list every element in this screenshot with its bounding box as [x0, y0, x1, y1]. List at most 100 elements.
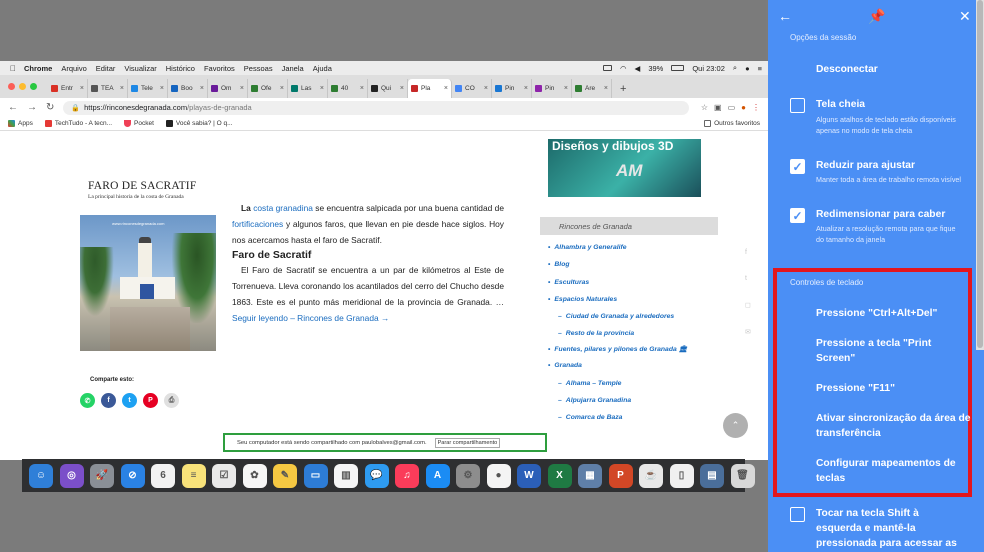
category-link[interactable]: – Comarca de Baza — [548, 409, 704, 426]
dock-app-icon[interactable]: 🗑 — [730, 463, 755, 488]
category-link[interactable]: • Fuentes, pilares y pilones de Granada 🏛 — [548, 343, 704, 358]
star-icon[interactable]: ☆ — [701, 103, 708, 112]
category-link[interactable]: – Alpujarra Granadina — [548, 392, 704, 409]
ctrl-alt-del-button[interactable]: Pressione "Ctrl+Alt+Del" — [816, 306, 972, 321]
menu-pessoas[interactable]: Pessoas — [244, 64, 273, 73]
dock-app-icon[interactable]: A — [425, 463, 450, 488]
link-costa-granadina[interactable]: costa granadina — [253, 203, 313, 213]
apple-icon[interactable]:  — [10, 64, 16, 73]
disconnect-button[interactable]: Desconectar — [816, 64, 878, 75]
new-tab-button[interactable]: + — [620, 83, 626, 95]
dock-app-icon[interactable]: ⊘ — [120, 463, 145, 488]
back-arrow-icon[interactable]: ← — [778, 8, 792, 24]
dock-app-icon[interactable]: P — [608, 463, 633, 488]
facebook-share-icon[interactable]: f — [101, 393, 116, 408]
bookmark-techtudo[interactable]: TechTudo - A tecn... — [44, 120, 112, 127]
dock-app-icon[interactable]: ♫ — [395, 463, 419, 488]
extension-icon[interactable]: ▣ — [714, 103, 722, 112]
close-tab-icon[interactable]: × — [484, 85, 488, 92]
close-tab-icon[interactable]: × — [564, 85, 568, 92]
dock-app-icon[interactable]: 💬 — [364, 463, 389, 488]
shift-hold-checkbox[interactable] — [790, 507, 805, 522]
back-icon[interactable]: ← — [8, 102, 18, 113]
menu-visualizar[interactable]: Visualizar — [124, 64, 156, 73]
category-link[interactable]: – Ciudad de Granada y alrededores — [548, 308, 704, 325]
dock-app-icon[interactable]: ☕ — [639, 463, 663, 488]
resize-to-fit-checkbox[interactable]: ✓ — [790, 208, 805, 223]
dock-app-icon[interactable]: 6 — [151, 463, 175, 488]
user-icon[interactable]: ● — [745, 64, 750, 73]
menu-favoritos[interactable]: Favoritos — [204, 64, 235, 73]
email-icon[interactable]: ✉ — [745, 328, 751, 336]
browser-tab[interactable]: Áre × — [572, 79, 612, 98]
close-tab-icon[interactable]: × — [400, 85, 404, 92]
close-tab-icon[interactable]: × — [280, 85, 284, 92]
dock-app-icon[interactable]: ☑ — [212, 463, 236, 488]
browser-tab[interactable]: 40 × — [328, 79, 368, 98]
close-tab-icon[interactable]: × — [240, 85, 244, 92]
read-more-link[interactable]: Seguir leyendo – Rincones de Granada → — [232, 313, 389, 323]
sidebar-banner[interactable]: Diseños y dibujos 3D AM — [548, 139, 701, 197]
dock-app-icon[interactable]: W — [517, 463, 541, 488]
close-tab-icon[interactable]: × — [160, 85, 164, 92]
shrink-to-fit-label[interactable]: Reduzir para ajustar — [816, 160, 915, 171]
print-share-icon[interactable]: ⎙ — [164, 393, 179, 408]
close-tab-icon[interactable]: × — [524, 85, 528, 92]
minimize-window-button[interactable] — [19, 83, 26, 90]
chrome-menu-icon[interactable]: ⋮ — [752, 103, 760, 112]
browser-tab[interactable]: Tele × — [128, 79, 168, 98]
browser-tab[interactable]: Ofe × — [248, 79, 288, 98]
category-link[interactable]: • Esculturas — [548, 274, 704, 291]
pin-icon[interactable]: 📌 — [868, 8, 885, 25]
dock-app-icon[interactable]: ▥ — [334, 463, 358, 488]
address-bar[interactable]: 🔒 https://rinconesdegranada.com/playas-d… — [63, 100, 689, 115]
menu-chrome[interactable]: Chrome — [24, 64, 52, 73]
category-link[interactable]: • Espacios Naturales — [548, 291, 704, 308]
browser-tab[interactable]: Qui × — [368, 79, 408, 98]
resize-to-fit-label[interactable]: Redimensionar para caber — [816, 209, 945, 220]
browser-tab[interactable]: Pin × — [492, 79, 532, 98]
browser-tab[interactable]: Pin × — [532, 79, 572, 98]
scrollbar-thumb[interactable] — [977, 0, 983, 348]
menu-ajuda[interactable]: Ajuda — [313, 64, 332, 73]
dock-app-icon[interactable]: ◎ — [59, 463, 84, 488]
close-window-button[interactable] — [8, 83, 15, 90]
shrink-to-fit-checkbox[interactable]: ✓ — [790, 159, 805, 174]
twitter-icon[interactable]: t — [745, 275, 751, 282]
menu-janela[interactable]: Janela — [282, 64, 304, 73]
whatsapp-share-icon[interactable]: ✆ — [80, 393, 95, 408]
twitter-share-icon[interactable]: t — [122, 393, 137, 408]
bookmark-pocket[interactable]: Pocket — [124, 120, 154, 127]
facebook-icon[interactable]: f — [745, 249, 751, 256]
screen-mirror-icon[interactable] — [603, 64, 612, 73]
dock-app-icon[interactable]: 🚀 — [90, 463, 114, 488]
other-bookmarks[interactable]: Outros favoritos — [704, 120, 760, 127]
volume-icon[interactable]: ◀ — [635, 64, 641, 73]
browser-tab[interactable]: Boo × — [168, 79, 208, 98]
menu-arquivo[interactable]: Arquivo — [61, 64, 86, 73]
fullscreen-checkbox[interactable] — [790, 98, 805, 113]
shift-hold-label[interactable]: Tocar na tecla Shift à esquerda e mantê-… — [816, 506, 966, 551]
browser-tab[interactable]: CO × — [452, 79, 492, 98]
cast-icon[interactable]: ▭ — [728, 103, 736, 112]
bookmark-apps[interactable]: Apps — [8, 120, 33, 127]
dock-app-icon[interactable]: ≡ — [181, 463, 206, 488]
browser-tab[interactable]: Om × — [208, 79, 248, 98]
panel-scrollbar[interactable] — [976, 0, 984, 350]
f11-button[interactable]: Pressione "F11" — [816, 381, 972, 396]
close-tab-icon[interactable]: × — [360, 85, 364, 92]
forward-icon[interactable]: → — [27, 102, 37, 113]
close-tab-icon[interactable]: × — [444, 85, 448, 92]
close-icon[interactable]: ✕ — [959, 8, 971, 25]
bookmark-voce-sabia[interactable]: Você sabia? | O q... — [165, 120, 233, 127]
clock[interactable]: Qui 23:02 — [692, 64, 725, 73]
pinterest-share-icon[interactable]: P — [143, 393, 158, 408]
fullscreen-label[interactable]: Tela cheia — [816, 99, 865, 110]
dock-app-icon[interactable]: ⚙ — [456, 463, 480, 488]
browser-tab[interactable]: Pla × — [408, 79, 452, 98]
dock-app-icon[interactable]: ▯ — [669, 463, 694, 488]
wifi-icon[interactable]: ◠ — [620, 64, 627, 73]
dock-app-icon[interactable]: ▭ — [303, 463, 328, 488]
stop-sharing-button[interactable]: Parar compartilhamento — [434, 437, 501, 448]
dock-app-icon[interactable]: ✿ — [242, 463, 267, 488]
